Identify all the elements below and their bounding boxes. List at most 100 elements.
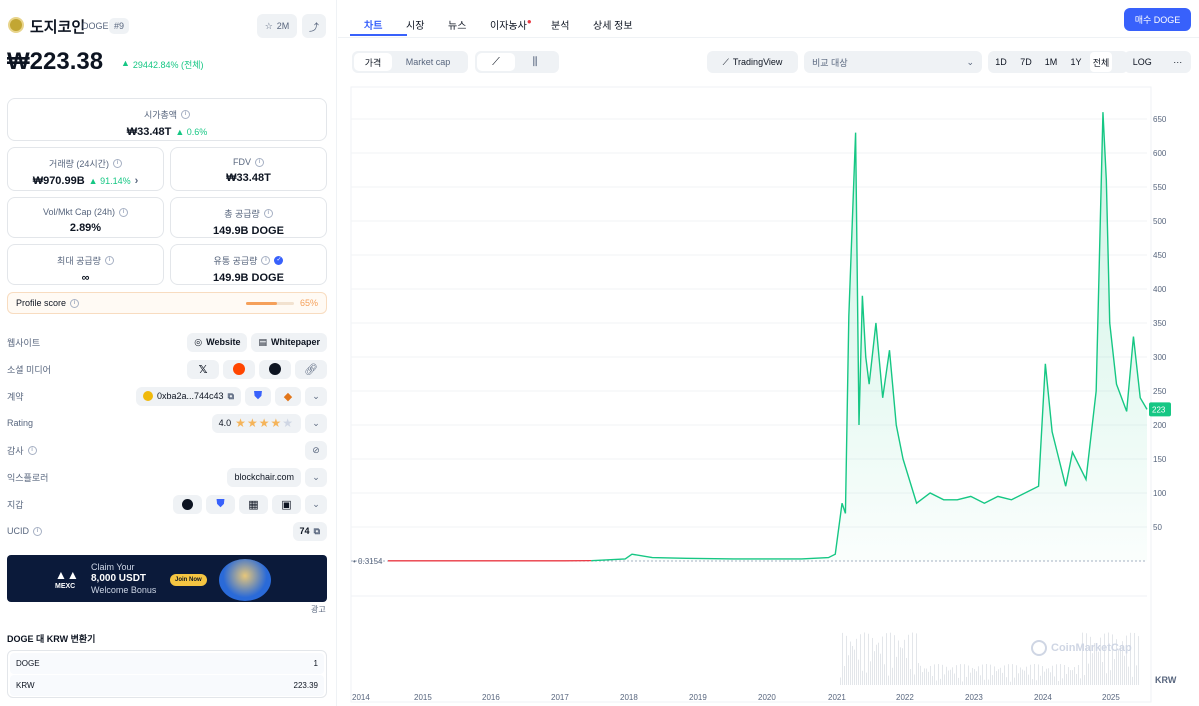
volume-bar xyxy=(840,677,841,685)
volume-bar xyxy=(884,664,885,685)
volume-bar xyxy=(858,659,859,685)
volume-bar xyxy=(1002,672,1003,685)
volume-bar xyxy=(1046,668,1047,685)
volume-bar xyxy=(854,649,855,685)
volume-bar xyxy=(930,665,931,685)
volume-bar xyxy=(966,676,967,685)
volume-bar xyxy=(950,669,951,685)
volume-bar xyxy=(946,666,947,685)
y-tick-label: 600 xyxy=(1153,149,1167,158)
volume-bar xyxy=(1078,664,1079,685)
volume-bar xyxy=(934,664,935,685)
volume-bar xyxy=(876,644,877,685)
volume-bar xyxy=(892,667,893,685)
volume-bar xyxy=(1058,681,1059,685)
x-tick-label: 2023 xyxy=(965,693,983,702)
volume-bar xyxy=(940,678,941,685)
volume-bar xyxy=(954,673,955,685)
volume-bar xyxy=(1014,677,1015,685)
volume-bar xyxy=(1054,676,1055,685)
volume-bar xyxy=(872,637,873,685)
volume-bar xyxy=(1004,665,1005,685)
volume-bar xyxy=(1106,673,1107,685)
volume-bar xyxy=(948,670,949,685)
volume-bar xyxy=(1072,670,1073,685)
volume-bar xyxy=(990,664,991,685)
y-tick-label: 100 xyxy=(1153,489,1167,498)
volume-bar xyxy=(864,632,865,685)
volume-bar xyxy=(1114,659,1115,685)
volume-bar xyxy=(1008,664,1009,685)
volume-bar xyxy=(910,668,911,685)
volume-bar xyxy=(994,666,995,685)
volume-bar xyxy=(986,664,987,685)
volume-bar xyxy=(846,635,847,685)
volume-bar xyxy=(1052,665,1053,685)
x-tick-label: 2019 xyxy=(689,693,707,702)
volume-bar xyxy=(1042,666,1043,685)
volume-bar xyxy=(1038,664,1039,685)
x-tick-label: 2016 xyxy=(482,693,500,702)
volume-bar xyxy=(920,665,921,685)
chart-frame xyxy=(350,86,1152,703)
y-tick-label: 450 xyxy=(1153,251,1167,260)
y-unit-label: KRW xyxy=(1155,675,1177,685)
volume-bar xyxy=(952,667,953,685)
volume-bar xyxy=(868,633,869,685)
volume-bar xyxy=(1134,632,1135,685)
volume-bar xyxy=(866,672,867,685)
y-tick-label: 500 xyxy=(1153,217,1167,226)
volume-bar xyxy=(984,679,985,685)
volume-bar xyxy=(970,672,971,685)
volume-bar xyxy=(1092,653,1093,685)
volume-bar xyxy=(938,664,939,685)
y-tick-label: 300 xyxy=(1153,353,1167,362)
volume-bar xyxy=(1076,673,1077,685)
x-tick-label: 2021 xyxy=(828,693,846,702)
x-tick-label: 2018 xyxy=(620,693,638,702)
y-tick-label: 250 xyxy=(1153,387,1167,396)
volume-bar xyxy=(874,651,875,685)
volume-bar xyxy=(1070,670,1071,685)
cmc-logo-icon xyxy=(1031,640,1047,656)
volume-bar xyxy=(914,674,915,685)
volume-bar xyxy=(972,667,973,685)
x-tick-label: 2024 xyxy=(1034,693,1052,702)
volume-bar xyxy=(880,653,881,685)
price-chart[interactable]: 650 600 550 500 450 400 350 300 250 200 150 100 50 20… xyxy=(0,0,1199,706)
volume-bar xyxy=(878,642,879,685)
volume-bar xyxy=(906,657,907,685)
volume-bar xyxy=(1020,667,1021,685)
volume-bar xyxy=(886,633,887,685)
volume-bar xyxy=(942,664,943,685)
volume-bar xyxy=(904,639,905,685)
volume-bar xyxy=(980,675,981,685)
volume-bar xyxy=(1000,667,1001,685)
volume-bar xyxy=(856,638,857,685)
volume-bar xyxy=(888,675,889,685)
volume-bar xyxy=(1022,669,1023,685)
volume-bar xyxy=(1032,679,1033,685)
y-tick-label: 50 xyxy=(1153,523,1162,532)
volume-bar xyxy=(1138,636,1139,685)
volume-bar xyxy=(926,668,927,685)
x-tick-label: 2025 xyxy=(1102,693,1120,702)
volume-bar xyxy=(870,661,871,685)
volume-bar xyxy=(1064,664,1065,685)
volume-bar xyxy=(1006,677,1007,685)
y-tick-label: 400 xyxy=(1153,285,1167,294)
volume-bar xyxy=(882,636,883,685)
volume-bar xyxy=(998,669,999,685)
volume-bar xyxy=(936,680,937,685)
watermark: CoinMarketCap xyxy=(1031,640,1132,656)
volume-bar xyxy=(1132,676,1133,685)
volume-bar xyxy=(988,679,989,685)
volume-bar xyxy=(862,670,863,685)
y-tick-label: 550 xyxy=(1153,183,1167,192)
volume-bar xyxy=(924,668,925,685)
volume-bar xyxy=(1026,666,1027,685)
volume-bar xyxy=(1018,673,1019,685)
volume-bar xyxy=(922,672,923,685)
current-price-label: 223 xyxy=(1152,405,1166,414)
volume-bar xyxy=(1136,665,1137,685)
